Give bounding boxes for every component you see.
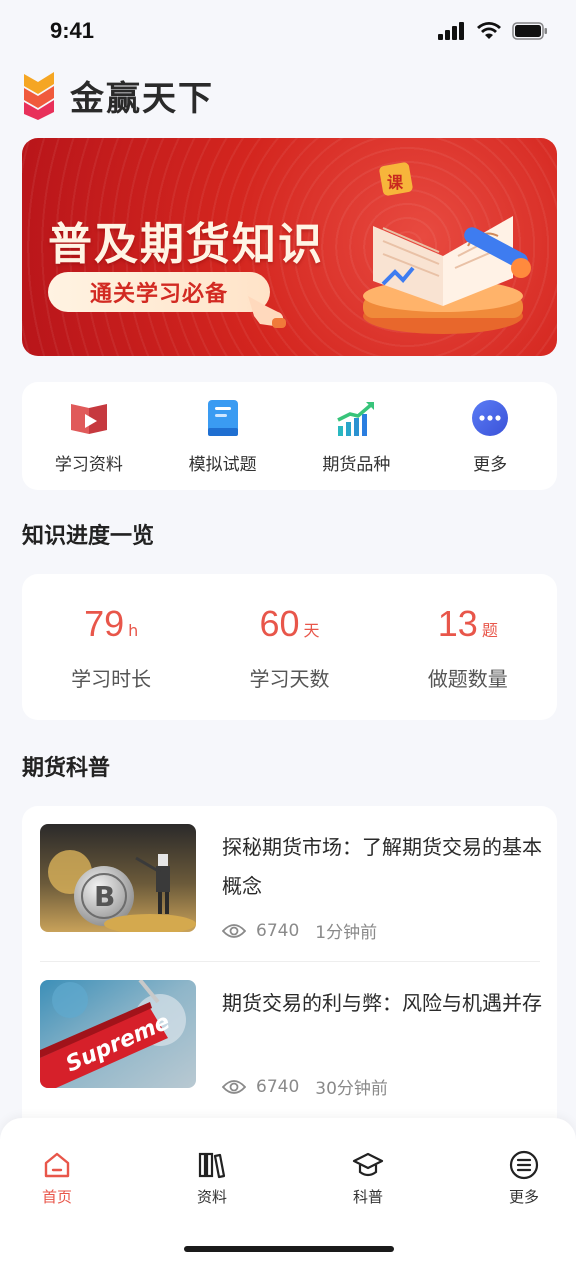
tab-label: 资料: [196, 1188, 227, 1206]
quick-item-more[interactable]: 更多: [430, 398, 550, 475]
stat-questions-done: 13 题 做题数量: [393, 603, 543, 692]
promo-banner[interactable]: 普及期货知识 通关学习必备 课: [22, 138, 557, 356]
news-section-title: 期货科普: [22, 756, 111, 781]
tab-materials[interactable]: 资料: [172, 1150, 252, 1207]
quick-item-mock-exam[interactable]: 模拟试题: [163, 398, 283, 475]
news-meta: 6740 1分钟前: [222, 918, 377, 943]
stat-value-row: 60 天: [259, 603, 319, 645]
chart-up-icon: [336, 398, 376, 438]
app-logo-icon: [24, 72, 54, 120]
news-time: 30分钟前: [315, 1079, 388, 1099]
stat-value: 79: [84, 602, 125, 644]
quick-item-label: 模拟试题: [188, 454, 257, 475]
stat-study-days: 60 天 学习天数: [214, 603, 364, 692]
news-list: B 探秘期货市场：了解期货交易的基本概念 6740 1分钟前 Supreme 期…: [22, 806, 557, 1136]
news-item[interactable]: B 探秘期货市场：了解期货交易的基本概念 6740 1分钟前: [40, 806, 542, 943]
book-illustration-icon: 课: [363, 162, 531, 334]
tab-science[interactable]: 科普: [328, 1150, 408, 1207]
eye-icon: [222, 923, 246, 938]
news-meta: 6740 30分钟前: [222, 1074, 388, 1099]
tab-more[interactable]: 更多: [484, 1150, 564, 1207]
progress-stats-card: 79 h 学习时长 60 天 学习天数 13 题 做题数量: [22, 574, 557, 720]
quick-menu: 学习资料 模拟试题 期货品种 更多: [22, 382, 557, 490]
banner-pill-button[interactable]: 通关学习必备: [48, 272, 270, 312]
stat-value-row: 13 题: [438, 603, 498, 645]
banner-badge: 课: [387, 173, 404, 192]
stat-label: 学习时长: [71, 666, 152, 691]
graduation-cap-icon: [352, 1152, 384, 1177]
stat-study-hours: 79 h 学习时长: [36, 603, 186, 692]
stat-value: 60: [259, 602, 300, 644]
quick-item-label: 更多: [473, 454, 508, 475]
stat-label: 学习天数: [249, 666, 330, 691]
news-item[interactable]: Supreme 期货交易的利与弊：风险与机遇并存 6740 30分钟前: [40, 962, 542, 1099]
books-icon: [198, 1152, 226, 1179]
bottom-tab-bar: 首页 资料 科普 更多: [0, 1118, 576, 1276]
stat-unit: 题: [481, 620, 498, 640]
news-thumbnail-supreme: Supreme: [40, 980, 196, 1088]
more-dots-icon: [470, 398, 510, 438]
quick-item-study-material[interactable]: 学习资料: [29, 398, 149, 475]
banner-pill-label: 通关学习必备: [89, 282, 228, 307]
app-header: 金赢天下: [22, 68, 214, 122]
home-indicator[interactable]: [184, 1246, 394, 1252]
stat-value-row: 79 h: [84, 603, 138, 645]
quick-item-label: 期货品种: [322, 454, 391, 475]
status-bar: 9:41: [0, 0, 576, 64]
stat-label: 做题数量: [427, 666, 508, 691]
news-title: 探秘期货市场：了解期货交易的基本概念: [222, 835, 542, 898]
stat-value: 13: [437, 602, 478, 644]
battery-icon: [512, 22, 547, 40]
signal-icon: [438, 22, 464, 40]
pointing-hand-icon: [248, 296, 286, 328]
stat-unit: 天: [303, 620, 320, 640]
progress-section-title: 知识进度一览: [22, 524, 155, 549]
quick-item-futures-varieties[interactable]: 期货品种: [296, 398, 416, 475]
home-icon: [44, 1152, 70, 1178]
news-title: 期货交易的利与弊：风险与机遇并存: [222, 991, 542, 1015]
tab-label: 科普: [352, 1188, 383, 1206]
svg-text:B: B: [94, 880, 115, 913]
tab-label: 首页: [41, 1188, 72, 1206]
quick-item-label: 学习资料: [54, 454, 123, 475]
app-title: 金赢天下: [70, 78, 214, 119]
news-views: 6740: [256, 920, 300, 941]
wifi-icon: [477, 22, 501, 39]
tab-home[interactable]: 首页: [17, 1150, 97, 1207]
menu-circle-icon: [509, 1150, 539, 1180]
book-play-icon: [69, 398, 109, 438]
eye-icon: [222, 1079, 246, 1094]
status-time: 9:41: [50, 18, 95, 43]
tab-label: 更多: [508, 1188, 539, 1206]
news-thumbnail-bitcoin: B: [40, 824, 196, 932]
news-time: 1分钟前: [315, 923, 378, 943]
notebook-icon: [203, 398, 243, 438]
banner-title: 普及期货知识: [48, 219, 324, 270]
status-icons: [438, 22, 548, 40]
stat-unit: h: [128, 620, 139, 640]
news-views: 6740: [256, 1076, 300, 1097]
